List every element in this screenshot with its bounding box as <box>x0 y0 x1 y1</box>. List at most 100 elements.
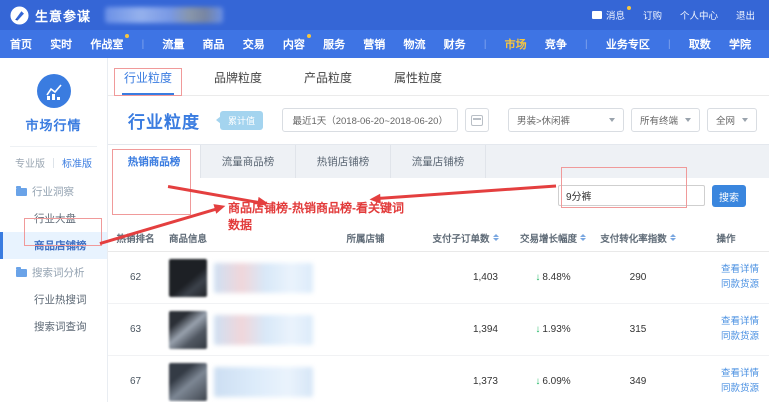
blurred-product-thumbnail <box>169 311 207 349</box>
same-supply-link[interactable]: 同款货源 <box>683 278 759 293</box>
col-growth: 交易增长幅度 <box>513 231 593 245</box>
sidebar: 市场行情 专业版 标准版 行业洞察 行业大盘 商品店铺榜 搜索词分析 行业热搜词 <box>0 58 108 402</box>
view-detail-link[interactable]: 查看详情 <box>683 263 759 278</box>
sidebar-item-hot-search-words[interactable]: 行业热搜词 <box>0 286 107 313</box>
granularity-tabs: 行业粒度 品牌粒度 产品粒度 属性粒度 <box>108 58 769 96</box>
actions-cell: 查看详情 同款货源 <box>683 315 769 344</box>
tab-industry-granularity[interactable]: 行业粒度 <box>122 59 174 95</box>
caret-down-icon <box>742 118 748 122</box>
page-title: 行业粒度 <box>128 108 200 133</box>
keyword-search-input[interactable] <box>558 185 705 206</box>
product-cell <box>163 259 313 297</box>
date-range-selector[interactable]: 最近1天（2018-06-20~2018-06-20） <box>282 108 458 132</box>
sycm-logo-icon[interactable] <box>10 6 29 25</box>
col-hot-rank: 热销排名 <box>108 231 163 245</box>
version-tab-pro[interactable]: 专业版 <box>15 155 45 170</box>
search-button[interactable]: 搜索 <box>712 185 746 207</box>
table-row: 62 1,403 ↓ 8.48% 290 查看详情 同款货源 <box>108 252 769 304</box>
terminal-dropdown[interactable]: 所有终端 <box>631 108 700 132</box>
chat-bubble-icon <box>592 11 602 19</box>
nav-service[interactable]: 服务 <box>323 36 345 52</box>
arrow-down-icon: ↓ <box>535 324 540 335</box>
nav-trade[interactable]: 交易 <box>243 36 265 52</box>
nav-products[interactable]: 商品 <box>203 36 225 52</box>
page-header: 行业粒度 累计值 最近1天（2018-06-20~2018-06-20） 男装>… <box>108 96 769 144</box>
tab-brand-granularity[interactable]: 品牌粒度 <box>212 59 264 95</box>
table-row: 67 1,373 ↓ 6.09% 349 查看详情 同款货源 <box>108 356 769 402</box>
new-badge-dot <box>307 34 311 38</box>
nav-marketing[interactable]: 营销 <box>363 36 385 52</box>
subtab-hot-shop-rank[interactable]: 热销店铺榜 <box>296 145 391 178</box>
nav-divider: | <box>484 39 487 50</box>
rank-value: 62 <box>108 272 163 283</box>
personal-center-link[interactable]: 个人中心 <box>680 8 718 22</box>
messages-link[interactable]: 消息 <box>592 8 625 22</box>
cumulative-value-badge: 累计值 <box>220 111 263 130</box>
growth-cell: ↓ 8.48% <box>513 272 593 283</box>
view-detail-link[interactable]: 查看详情 <box>683 367 759 382</box>
nav-traffic[interactable]: 流量 <box>162 36 184 52</box>
sort-arrows-icon[interactable] <box>493 234 499 241</box>
sidebar-item-search-word-analysis[interactable]: 搜索词分析 <box>0 259 107 286</box>
category-dropdown[interactable]: 男装>休闲裤 <box>508 108 624 132</box>
tab-product-granularity[interactable]: 产品粒度 <box>302 59 354 95</box>
version-tab-standard[interactable]: 标准版 <box>62 155 92 170</box>
nav-business-zone[interactable]: 业务专区 <box>606 36 650 52</box>
sidebar-item-product-shop-rank[interactable]: 商品店铺榜 <box>0 232 107 259</box>
nav-competition[interactable]: 竞争 <box>545 36 567 52</box>
app-window: 生意参谋 消息 订购 个人中心 退出 首页 实时 作战室 | 流量 商品 交易 … <box>0 0 769 402</box>
divider <box>10 146 97 147</box>
folder-icon <box>16 269 27 277</box>
actions-cell: 查看详情 同款货源 <box>683 263 769 292</box>
nav-finance[interactable]: 财务 <box>444 36 466 52</box>
pay-sub-orders-value: 1,394 <box>418 324 513 335</box>
main-nav: 首页 实时 作战室 | 流量 商品 交易 内容 服务 营销 物流 财务 | 市场… <box>0 30 769 58</box>
same-supply-link[interactable]: 同款货源 <box>683 382 759 397</box>
arrow-down-icon: ↓ <box>535 376 540 387</box>
sidebar-item-search-word-query[interactable]: 搜索词查询 <box>0 313 107 340</box>
nav-realtime[interactable]: 实时 <box>50 36 72 52</box>
sidebar-item-industry-insight[interactable]: 行业洞察 <box>0 178 107 205</box>
order-link[interactable]: 订购 <box>643 8 662 22</box>
main-content: 行业粒度 品牌粒度 产品粒度 属性粒度 行业粒度 累计值 最近1天（2018-0… <box>108 58 769 402</box>
rank-value: 67 <box>108 376 163 387</box>
subtab-traffic-product-rank[interactable]: 流量商品榜 <box>201 145 296 178</box>
logout-link[interactable]: 退出 <box>736 8 755 22</box>
col-actions: 操作 <box>683 231 769 245</box>
nav-divider: | <box>142 39 145 50</box>
nav-content[interactable]: 内容 <box>283 36 305 52</box>
col-pay-sub-orders: 支付子订单数 <box>418 231 513 245</box>
subtab-traffic-shop-rank[interactable]: 流量店铺榜 <box>391 145 486 178</box>
blurred-product-thumbnail <box>169 363 207 401</box>
app-title[interactable]: 生意参谋 <box>35 6 91 25</box>
growth-value: 6.09% <box>542 376 570 387</box>
view-detail-link[interactable]: 查看详情 <box>683 315 759 330</box>
conversion-index-value: 349 <box>593 376 683 387</box>
blurred-product-thumbnail <box>169 259 207 297</box>
calendar-icon <box>471 115 483 126</box>
sort-arrows-icon[interactable] <box>580 234 586 241</box>
same-supply-link[interactable]: 同款货源 <box>683 330 759 345</box>
filter-controls: 最近1天（2018-06-20~2018-06-20） 男装>休闲裤 所有终端 … <box>282 108 757 132</box>
sort-arrows-icon[interactable] <box>670 234 676 241</box>
network-dropdown[interactable]: 全网 <box>707 108 757 132</box>
product-cell <box>163 363 313 401</box>
version-switcher: 专业版 标准版 <box>0 155 107 170</box>
nav-academy[interactable]: 学院 <box>729 36 751 52</box>
col-shop: 所属店铺 <box>313 231 418 245</box>
nav-logistics[interactable]: 物流 <box>403 36 425 52</box>
nav-data-fetch[interactable]: 取数 <box>689 36 711 52</box>
rank-value: 63 <box>108 324 163 335</box>
pay-sub-orders-value: 1,403 <box>418 272 513 283</box>
sidebar-item-industry-overview[interactable]: 行业大盘 <box>0 205 107 232</box>
blurred-product-title <box>214 263 313 293</box>
top-right-links: 消息 订购 个人中心 退出 <box>592 8 755 22</box>
calendar-button[interactable] <box>465 108 489 132</box>
subtab-hot-product-rank[interactable]: 热销商品榜 <box>108 145 201 178</box>
nav-market-active[interactable]: 市场 <box>505 36 527 52</box>
nav-war-room[interactable]: 作战室 <box>90 36 123 52</box>
search-row: 搜索 <box>108 178 769 224</box>
product-cell <box>163 311 313 349</box>
tab-attribute-granularity[interactable]: 属性粒度 <box>392 59 444 95</box>
nav-home[interactable]: 首页 <box>10 36 32 52</box>
